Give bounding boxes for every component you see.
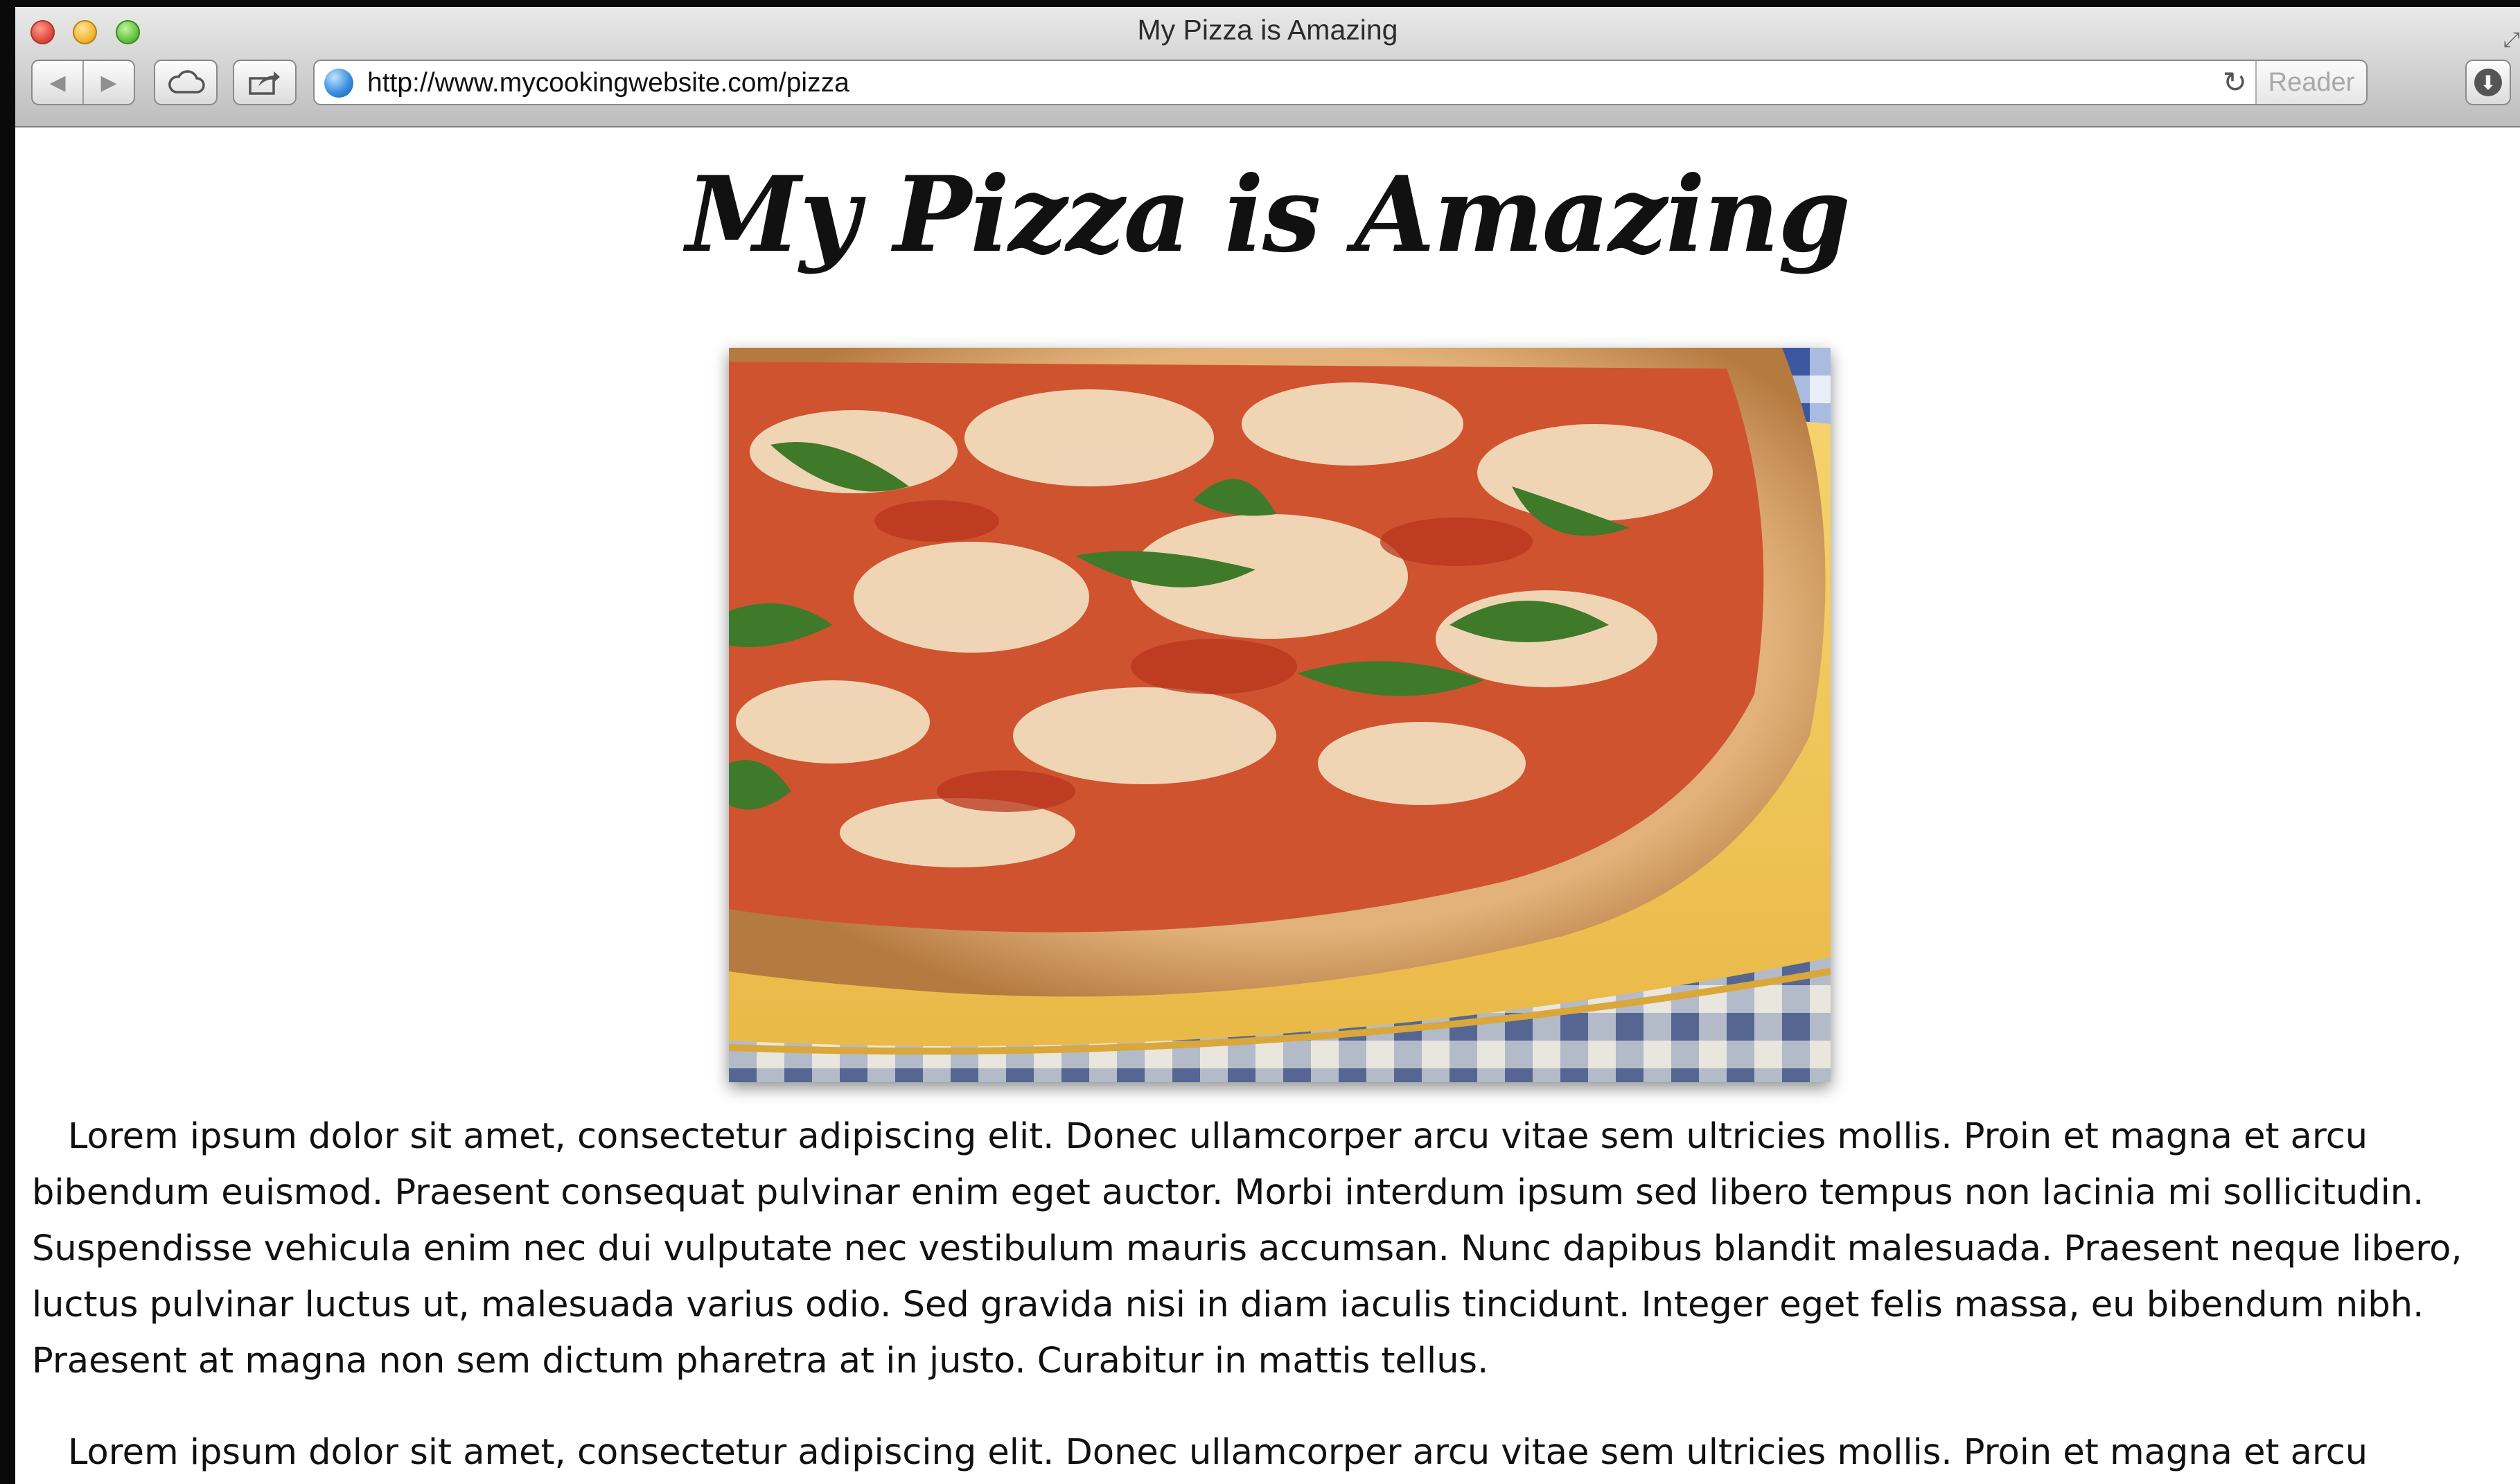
share-icon [249, 71, 280, 95]
browser-toolbar: My Pizza is Amazing ⤢ ◀ ▶ http://www.myc… [15, 7, 2520, 127]
share-button[interactable] [233, 60, 297, 105]
download-icon: ⬇ [2474, 69, 2502, 96]
body-paragraph: Lorem ipsum dolor sit amet, consectetur … [32, 1116, 2462, 1381]
browser-window: My Pizza is Amazing ⤢ ◀ ▶ http://www.myc… [15, 7, 2520, 1484]
globe-icon [324, 69, 353, 98]
cloud-icon [168, 70, 205, 94]
downloads-button[interactable]: ⬇ [2465, 60, 2511, 105]
url-text[interactable]: http://www.mycookingwebsite.com/pizza [367, 68, 849, 98]
body-paragraph: Lorem ipsum dolor sit amet, consectetur … [68, 1432, 2368, 1473]
reader-button[interactable]: Reader [2255, 61, 2366, 104]
forward-icon: ▶ [100, 70, 117, 95]
address-bar[interactable]: http://www.mycookingwebsite.com/pizza ↻ … [313, 60, 2368, 105]
reload-icon[interactable]: ↻ [2223, 65, 2247, 99]
back-button[interactable]: ◀ [33, 61, 84, 104]
window-title: My Pizza is Amazing [1137, 14, 1398, 46]
history-nav-group: ◀ ▶ [31, 60, 135, 105]
page-content: My Pizza is Amazing Lorem ipsum dolor si… [15, 127, 2520, 1484]
pizza-photo [729, 348, 1831, 1082]
page-title: My Pizza is Amazing [685, 154, 1851, 276]
fullscreen-icon[interactable]: ⤢ [2503, 28, 2520, 52]
back-icon: ◀ [49, 70, 66, 95]
icloud-tabs-button[interactable] [154, 60, 218, 105]
forward-button[interactable]: ▶ [84, 61, 134, 104]
